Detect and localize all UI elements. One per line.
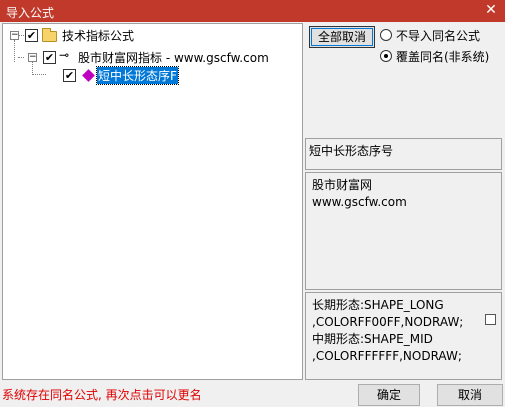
tree-root-label[interactable]: 技术指标公式 [62,27,134,44]
close-icon[interactable]: ✕ [483,2,499,18]
folder-icon [42,28,57,42]
formula-code-panel: 长期形态:SHAPE_LONG ,COLORFF00FF,NODRAW; 中期形… [305,292,502,380]
source-line: www.gscfw.com [312,195,407,209]
overwrite-radio[interactable] [380,50,392,62]
tree-connector [32,74,46,75]
code-line: ,COLORFF00FF,NODRAW; [312,315,464,329]
code-line: ,COLORFFFFFF,NODRAW; [312,349,462,363]
cancel-button[interactable]: 取消 [437,384,503,406]
tree-group-label[interactable]: 股市财富网指标 - www.gscfw.com [78,49,269,66]
no-import-radio[interactable] [380,29,392,41]
key-icon: ⊸ [59,48,70,62]
formula-name-panel: 短中长形态序号 [305,138,502,170]
overwrite-label[interactable]: 覆盖同名(非系统) [396,48,489,65]
formula-name: 短中长形态序号 [309,144,394,158]
group-checkbox[interactable]: ✔ [43,51,56,64]
collapse-group-icon[interactable]: − [28,53,37,62]
tree-connector [18,57,24,58]
tree-connector [14,40,15,62]
title-bar: 导入公式 ✕ [0,0,505,22]
ok-button[interactable]: 确定 [358,384,420,406]
source-line: 股市财富网 [312,178,373,192]
window-title: 导入公式 [6,6,55,20]
code-line: 长期形态:SHAPE_LONG [312,298,444,312]
status-message: 系统存在同名公式, 再次点击可以更名 [2,388,202,402]
item-checkbox[interactable]: ✔ [63,69,76,82]
formula-source-panel: 股市财富网 www.gscfw.com [305,172,502,290]
tree-item-label[interactable]: 短中长形态序F [96,66,179,85]
cancel-all-button[interactable]: 全部取消 [309,26,375,48]
formula-tree[interactable]: − ✔ 技术指标公式 − ✔ ⊸ 股市财富网指标 - www.gscfw.com… [2,23,303,380]
code-option-checkbox[interactable] [485,314,496,325]
root-checkbox[interactable]: ✔ [25,29,38,42]
collapse-root-icon[interactable]: − [10,31,19,40]
code-line: 中期形态:SHAPE_MID [312,332,433,346]
formula-gem-icon [82,69,95,82]
no-import-label[interactable]: 不导入同名公式 [396,27,480,44]
